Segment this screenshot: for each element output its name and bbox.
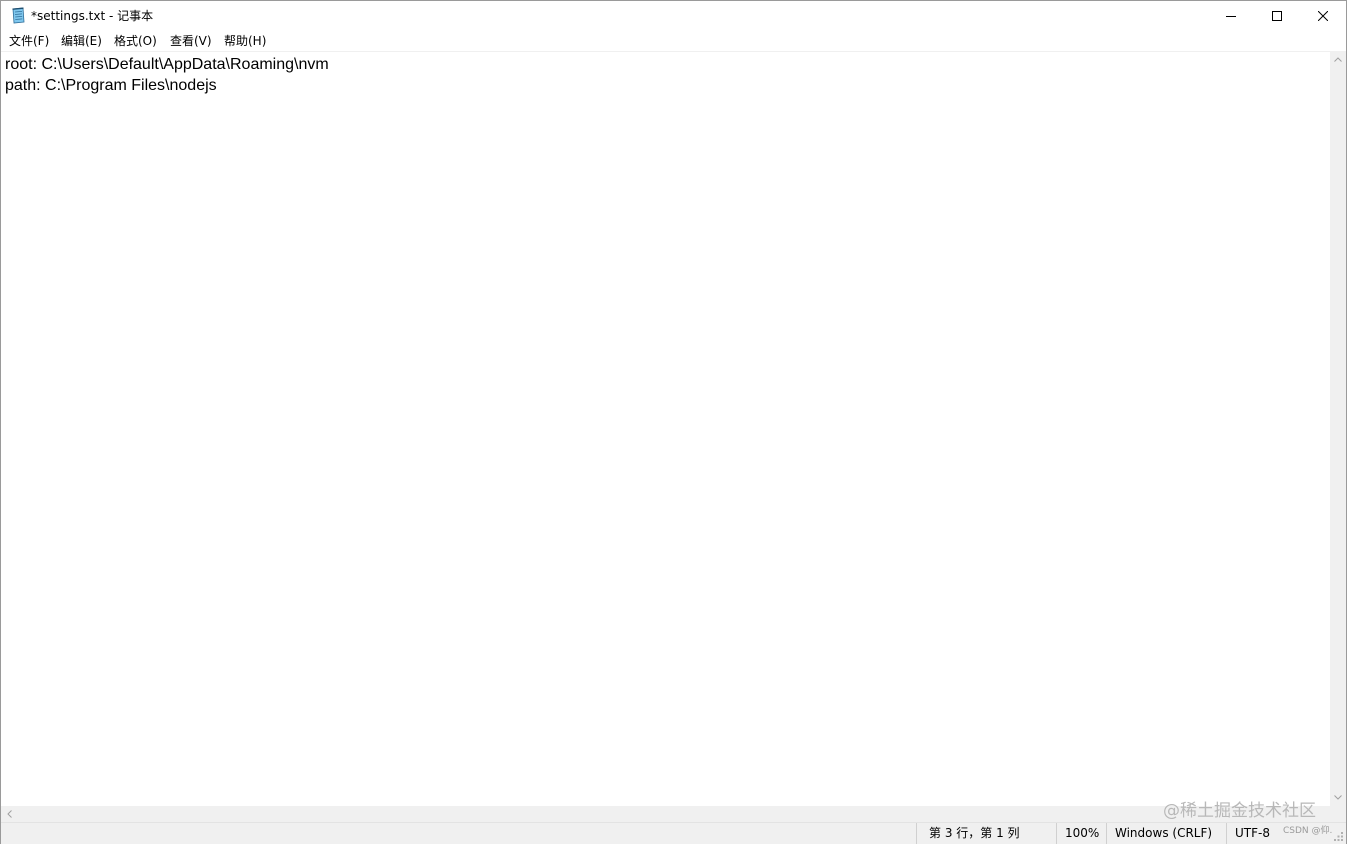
menu-edit[interactable]: 编辑(E) <box>61 33 102 49</box>
resize-grip-icon[interactable] <box>1334 832 1344 842</box>
notepad-window: *settings.txt - 记事本 文件(F) 编辑(E) 格式(O) 查看… <box>0 0 1347 844</box>
minimize-icon <box>1226 16 1236 17</box>
close-icon <box>1318 11 1328 21</box>
watermark-csdn: CSDN @仰. <box>1283 826 1333 836</box>
watermark-juejin: @稀土掘金技术社区 <box>1163 801 1316 821</box>
status-cursor-position: 第 3 行，第 1 列 <box>916 823 1056 844</box>
menu-bar: 文件(F) 编辑(E) 格式(O) 查看(V) 帮助(H) <box>1 31 1346 51</box>
scrollbar-corner <box>1330 806 1346 822</box>
menu-help[interactable]: 帮助(H) <box>224 33 266 49</box>
chevron-left-icon <box>7 810 12 818</box>
scroll-down-button[interactable] <box>1330 789 1346 806</box>
window-title: *settings.txt - 记事本 <box>31 9 154 23</box>
maximize-icon <box>1272 11 1282 21</box>
status-bar: 第 3 行，第 1 列 100% Windows (CRLF) UTF-8 <box>1 822 1346 844</box>
notepad-icon[interactable] <box>10 7 26 24</box>
menu-format[interactable]: 格式(O) <box>114 33 157 49</box>
editor-line[interactable]: root: C:\Users\Default\AppData\Roaming\n… <box>5 54 329 75</box>
vertical-scrollbar[interactable] <box>1330 51 1346 806</box>
scroll-up-button[interactable] <box>1330 51 1346 68</box>
menu-file[interactable]: 文件(F) <box>9 33 49 49</box>
horizontal-scrollbar[interactable] <box>1 806 1330 822</box>
chevron-up-icon <box>1334 57 1342 62</box>
menu-view[interactable]: 查看(V) <box>170 33 212 49</box>
status-line-ending: Windows (CRLF) <box>1106 823 1226 844</box>
minimize-button[interactable] <box>1208 1 1254 31</box>
chevron-down-icon <box>1334 795 1342 800</box>
editor-line[interactable]: path: C:\Program Files\nodejs <box>5 75 217 96</box>
status-zoom: 100% <box>1056 823 1106 844</box>
title-bar[interactable]: *settings.txt - 记事本 <box>1 1 1346 31</box>
maximize-button[interactable] <box>1254 1 1300 31</box>
scroll-left-button[interactable] <box>1 806 18 822</box>
text-editor[interactable]: root: C:\Users\Default\AppData\Roaming\n… <box>1 51 1330 807</box>
close-button[interactable] <box>1300 1 1346 31</box>
